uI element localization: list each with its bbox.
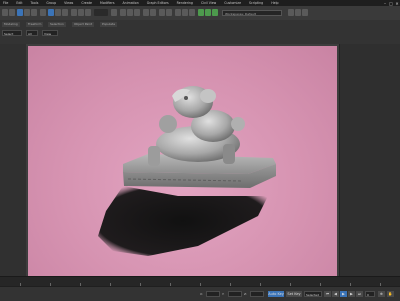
tab-modeling[interactable]: Modeling [2,22,20,27]
z-label: Z: [244,292,248,296]
all-field[interactable]: All [26,30,38,36]
pivot-icon[interactable] [111,9,117,16]
close-button[interactable]: ✕ [394,1,400,6]
snap-icon[interactable] [120,9,126,16]
menu-civil-view[interactable]: Civil View [201,1,216,5]
project-icon[interactable] [288,9,294,16]
menu-scripting[interactable]: Scripting [249,1,263,5]
set-key-button[interactable]: Set Key [286,291,302,297]
selected-dropdown[interactable]: Selected [304,291,322,297]
material-editor-icon[interactable] [189,9,195,16]
lion-eye [184,96,188,100]
lion-mane-curl [159,115,177,133]
select-field[interactable]: Select [2,30,22,36]
scale-icon[interactable] [85,9,91,16]
menu-file[interactable]: File [3,1,8,5]
region-select-icon[interactable] [62,9,68,16]
menu-tools[interactable]: Tools [31,1,39,5]
ribbon: Modeling Freeform Selection Object Paint… [0,20,400,45]
lion-front-leg [148,146,160,166]
rotate-icon[interactable] [78,9,84,16]
perspective-viewport[interactable] [26,44,339,276]
next-frame-button[interactable]: ▶ [348,291,355,297]
tab-selection[interactable]: Selection [48,22,66,27]
pan-icon[interactable]: ✋ [387,291,394,297]
menu-group[interactable]: Group [46,1,56,5]
layer-icon[interactable] [159,9,165,16]
select-object-icon[interactable] [48,9,54,16]
tab-object-paint[interactable]: Object Paint [72,22,95,27]
redo-icon[interactable] [9,9,15,16]
folder-icon[interactable] [295,9,301,16]
menu-create[interactable]: Create [81,1,92,5]
curve-editor-icon[interactable] [175,9,181,16]
menu-modifiers[interactable]: Modifiers [100,1,115,5]
zoom-icon[interactable]: ⊕ [378,291,385,297]
link-icon[interactable] [24,9,30,16]
undo-icon[interactable] [2,9,8,16]
auto-key-button[interactable]: Auto Key [268,291,284,297]
render-setup-icon[interactable] [198,9,204,16]
main-toolbar: Workspaces: Default [0,6,400,21]
command-panel [339,44,400,276]
tab-freeform[interactable]: Freeform [26,22,44,27]
goto-end-button[interactable]: ⏭ [356,291,363,297]
menu-rendering[interactable]: Rendering [177,1,193,5]
menu-edit[interactable]: Edit [16,1,22,5]
reference-coordinate-dropdown[interactable] [94,9,108,16]
schematic-icon[interactable] [182,9,188,16]
rendered-statue-image [98,86,276,256]
angle-snap-icon[interactable] [127,9,133,16]
percent-snap-icon[interactable] [134,9,140,16]
prev-frame-button[interactable]: ◀ [332,291,339,297]
render-view[interactable] [28,46,337,276]
menu-graph-editors[interactable]: Graph Editors [147,1,169,5]
tab-populate[interactable]: Populate [100,22,118,27]
workspace-dropdown[interactable]: Workspaces: Default [222,10,282,16]
x-label: X: [200,292,204,296]
lion-ear [200,89,216,103]
view-field[interactable]: View [42,30,58,36]
select-icon[interactable] [17,9,23,16]
move-icon[interactable] [71,9,77,16]
lion-back-leg [223,144,235,164]
menu-help[interactable]: Help [271,1,278,5]
mirror-icon[interactable] [143,9,149,16]
status-bar: X: Y: Z: Auto Key Set Key Selected ⏮ ◀ ▶… [0,286,400,301]
menu-animation[interactable]: Animation [123,1,139,5]
frame-field[interactable]: 0 [365,291,375,297]
filter-icon[interactable] [40,9,46,16]
select-by-name-icon[interactable] [55,9,61,16]
x-coordinate-field[interactable] [206,291,220,297]
save-icon[interactable] [302,9,308,16]
y-coordinate-field[interactable] [228,291,242,297]
render-frame-icon[interactable] [205,9,211,16]
lion-tail [231,117,245,131]
z-coordinate-field[interactable] [250,291,264,297]
scene-explorer-panel [0,44,27,276]
align-icon[interactable] [150,9,156,16]
shadow-shape [98,186,268,256]
menu-customize[interactable]: Customize [224,1,241,5]
y-label: Y: [222,292,225,296]
unlink-icon[interactable] [31,9,37,16]
render-icon[interactable] [212,9,218,16]
goto-start-button[interactable]: ⏮ [324,291,331,297]
graphite-icon[interactable] [166,9,172,16]
play-button[interactable]: ▶ [340,291,347,297]
menu-views[interactable]: Views [64,1,73,5]
